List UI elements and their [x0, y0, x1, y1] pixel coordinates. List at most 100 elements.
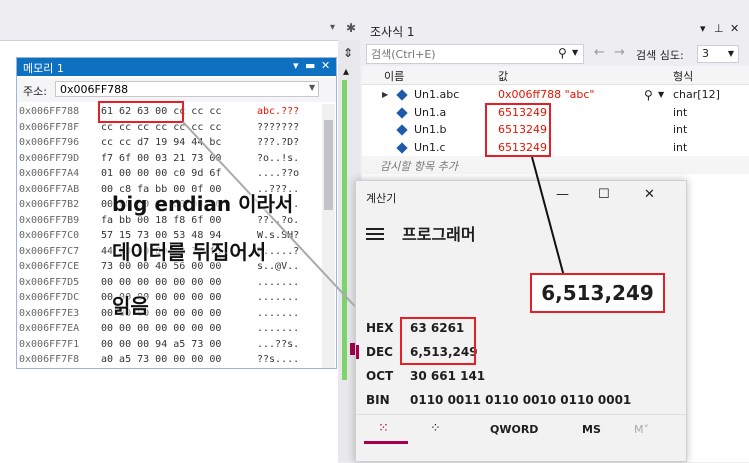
watch-toolbar: ⚲ ▼ ← → 검색 심도: 3 ▼	[362, 42, 749, 66]
search-icon[interactable]: ⚲	[558, 46, 567, 60]
ide-toolbar-area	[0, 0, 360, 40]
memory-row-address: 0x006FF7B2	[19, 199, 80, 210]
search-depth-value: 3	[702, 47, 709, 60]
memory-window-titlebar[interactable]: 메모리 1 ▾ ▬ ✕	[17, 58, 336, 76]
memory-more-button[interactable]: M˅	[634, 423, 649, 436]
memory-row-hex: 00 00 00 00 00 00 00	[101, 276, 222, 288]
memory-row-chars: ?o..!s.	[257, 152, 300, 164]
watch-window-titlebar[interactable]: 조사식 1 ▾ ⊥ ✕	[362, 18, 749, 42]
column-name[interactable]: 이름	[384, 68, 404, 84]
bin-label[interactable]: BIN	[366, 393, 390, 407]
watch-row-name: Un1.abc	[414, 88, 460, 101]
memory-row-chars: ???????	[257, 121, 300, 133]
field-icon	[396, 89, 408, 101]
watch-row[interactable]: Un1.a 6513249 int	[362, 104, 749, 122]
window-menu-icon[interactable]: ▾	[700, 22, 706, 35]
divider	[356, 414, 686, 415]
maximize-icon[interactable]: ☐	[598, 187, 610, 202]
close-icon[interactable]: ✕	[730, 22, 739, 35]
memory-row-address: 0x006FF79D	[19, 152, 80, 164]
oct-label[interactable]: OCT	[366, 369, 393, 383]
memory-row[interactable]: 0x006FF7EA 00 00 00 00 00 00 00.......	[17, 321, 317, 336]
memory-row-address: 0x006FF788	[19, 106, 80, 117]
scrollbar-thumb[interactable]	[324, 120, 333, 210]
memory-row[interactable]: 0x006FF7A4 01 00 00 00 c0 9d 6f ....??o	[17, 166, 317, 181]
memory-row[interactable]: 0x006FF7E3 00 00 00 00 00 00 00.......	[17, 306, 317, 321]
search-depth-label: 검색 심도:	[636, 49, 684, 62]
search-depth-select[interactable]: 3 ▼	[697, 45, 739, 63]
watch-row-type: int	[673, 140, 688, 154]
memory-row-address: 0x006FF7EA	[19, 323, 80, 334]
calculator-mode: 프로그래머	[402, 225, 476, 244]
memory-row-chars: ???.?D?	[257, 137, 300, 148]
memory-row-chars: .......	[257, 276, 300, 288]
gear-icon[interactable]: ✱	[346, 21, 356, 35]
memory-row-address: 0x006FF7F1	[19, 338, 80, 350]
hex-label[interactable]: HEX	[366, 321, 394, 335]
memory-row-chars: .......	[257, 292, 300, 303]
memory-store-button[interactable]: MS	[582, 423, 601, 436]
dropdown-arrow-icon[interactable]: ▾	[330, 22, 335, 33]
memory-scrollbar[interactable]	[322, 104, 335, 368]
hamburger-menu-icon[interactable]	[366, 225, 384, 243]
calculator-title: 계산기	[366, 192, 397, 205]
memory-row-chars: ...??s.	[257, 338, 300, 350]
field-icon	[396, 141, 408, 154]
memory-row[interactable]: 0x006FF7D5 00 00 00 00 00 00 00.......	[17, 275, 317, 290]
expand-arrow-icon[interactable]: ▶	[382, 86, 388, 104]
memory-row-address: 0x006FF7C7	[19, 245, 80, 257]
add-watch-row[interactable]: 감시할 항목 추가	[362, 156, 749, 174]
magnifier-icon[interactable]: ⚲	[644, 88, 653, 102]
pin-split-icon[interactable]: ⇕	[343, 46, 353, 60]
memory-row-address: 0x006FF7D5	[19, 276, 80, 288]
chevron-down-icon[interactable]: ▼	[658, 90, 664, 99]
active-keypad-underline	[364, 441, 408, 444]
memory-row[interactable]: 0x006FF7F8 a0 a5 73 00 00 00 00 ??s....	[17, 352, 317, 367]
memory-row-address: 0x006FF796	[19, 137, 80, 148]
watch-row[interactable]: Un1.b 6513249 int	[362, 121, 749, 139]
memory-row[interactable]: 0x006FF7DC 00 00 00 00 00 00 00.......	[17, 290, 317, 305]
chevron-down-icon[interactable]: ▼	[309, 83, 315, 92]
word-size-button[interactable]: QWORD	[490, 423, 538, 436]
watch-window-title: 조사식 1	[370, 25, 415, 39]
chevron-down-icon[interactable]: ▼	[572, 48, 578, 57]
memory-row-chars: ??s....	[257, 354, 300, 365]
memory-row-chars: .......	[257, 307, 300, 319]
full-keypad-icon[interactable]: ⁙	[378, 421, 389, 436]
watch-search-input[interactable]	[366, 44, 584, 64]
column-type[interactable]: 형식	[673, 68, 693, 84]
chevron-down-icon: ▼	[727, 49, 734, 58]
watch-column-header: 이름 값 형식	[362, 66, 749, 85]
address-label: 주소:	[23, 85, 47, 98]
memory-row-address: 0x006FF7F8	[19, 354, 80, 365]
window-menu-icon[interactable]: ▾	[293, 59, 299, 72]
column-value[interactable]: 값	[498, 68, 508, 84]
memory-row-chars: .......	[257, 323, 300, 334]
memory-row[interactable]: 0x006FF79D f7 6f 00 03 21 73 00 ?o..!s.	[17, 151, 317, 166]
watch-row-name: Un1.a	[414, 105, 447, 119]
address-input[interactable]	[55, 81, 319, 97]
annotation-note-line2: 데이터를 뒤집어서	[112, 240, 267, 264]
forward-arrow-icon[interactable]: →	[614, 45, 625, 60]
pin-icon[interactable]: ▬	[305, 59, 315, 72]
memory-row-address: 0x006FF7E3	[19, 307, 80, 319]
watch-row[interactable]: ▶ Un1.abc 0x006ff788 "abc" char[12]	[362, 86, 749, 104]
close-icon[interactable]: ✕	[644, 187, 655, 202]
back-arrow-icon[interactable]: ←	[594, 45, 605, 60]
scroll-up-icon[interactable]: ▴	[343, 64, 349, 78]
add-watch-label[interactable]: 감시할 항목 추가	[380, 158, 458, 174]
memory-row[interactable]: 0x006FF7F1 00 00 00 94 a5 73 00 ...??s.	[17, 337, 317, 352]
bin-value: 0110 0011 0110 0010 0110 0001	[410, 393, 632, 407]
pin-icon[interactable]: ⊥	[714, 22, 724, 35]
watch-row-type: int	[673, 105, 688, 119]
bit-toggle-keypad-icon[interactable]: ⁘	[430, 421, 441, 436]
memory-row-hex: 00 00 00 00 00 00 00	[101, 323, 222, 334]
memory-row[interactable]: 0x006FF796 cc cc d7 19 94 44 bc ???.?D?	[17, 135, 317, 150]
change-tracking-bar	[342, 80, 347, 380]
watch-row-type: int	[673, 123, 688, 136]
dec-label[interactable]: DEC	[366, 345, 393, 359]
close-icon[interactable]: ✕	[321, 59, 330, 72]
memory-row-hex: a0 a5 73 00 00 00 00	[101, 354, 222, 365]
watch-row[interactable]: Un1.c 6513249 int	[362, 139, 749, 157]
minimize-icon[interactable]: —	[556, 187, 569, 202]
